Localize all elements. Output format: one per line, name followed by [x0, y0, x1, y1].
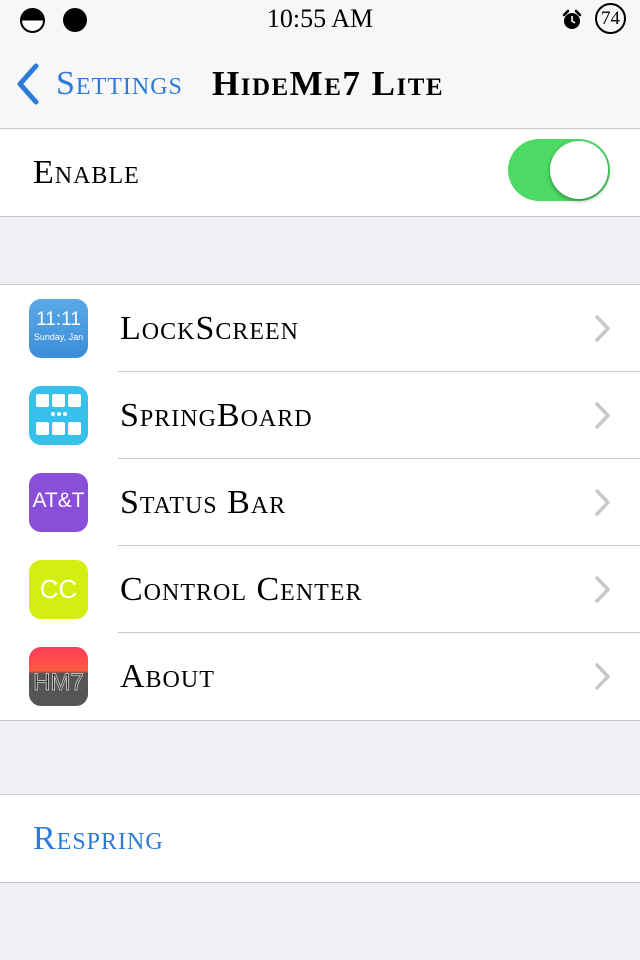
chevron-right-icon — [595, 576, 610, 603]
menu-item-lockscreen[interactable]: 11:11 Sunday, Jan LockScreen — [0, 285, 640, 372]
alarm-clock-icon — [562, 9, 582, 29]
menu-item-control-center[interactable]: CC Control Center — [0, 545, 640, 633]
menu-item-label: Control Center — [120, 570, 363, 608]
status-bar-icon-text: AT&T — [32, 489, 85, 512]
enable-row: Enable — [0, 129, 640, 216]
navigation-bar: Settings HideMe7 Lite — [0, 40, 640, 129]
menu-item-label: SpringBoard — [120, 396, 313, 434]
chevron-right-icon — [595, 402, 610, 429]
status-time: 10:55 AM — [266, 4, 374, 33]
menu-item-about[interactable]: HM7 About — [0, 632, 640, 720]
menu-item-status-bar[interactable]: AT&T Status Bar — [0, 458, 640, 546]
chevron-right-icon — [595, 315, 610, 342]
chevron-right-icon — [595, 663, 610, 690]
control-center-icon-text: CC — [39, 574, 78, 604]
back-label: Settings — [56, 65, 183, 102]
lockscreen-icon-date: Sunday, Jan — [33, 332, 84, 342]
menu-item-label: About — [120, 657, 215, 695]
lockscreen-icon-time: 11:11 — [36, 309, 81, 330]
enable-switch[interactable] — [508, 139, 610, 201]
lockscreen-icon: 11:11 Sunday, Jan — [29, 299, 88, 358]
enable-label: Enable — [33, 153, 140, 191]
chevron-right-icon — [595, 489, 610, 516]
page-title: HideMe7 Lite — [212, 64, 445, 103]
status-bar-icon: AT&T — [29, 473, 88, 532]
control-center-icon: CC — [29, 560, 88, 619]
menu-item-springboard[interactable]: SpringBoard — [0, 371, 640, 459]
respring-button[interactable]: Respring — [0, 795, 640, 882]
chevron-left-icon — [17, 63, 39, 105]
springboard-icon — [29, 386, 88, 445]
status-bar: 10:55 AM 74 — [0, 0, 640, 40]
menu-item-label: LockScreen — [120, 309, 300, 347]
enable-group: Enable — [0, 128, 640, 217]
about-icon: HM7 — [29, 647, 88, 706]
battery-indicator: 74 — [595, 3, 626, 34]
respring-group: Respring — [0, 794, 640, 883]
menu-group: 11:11 Sunday, Jan LockScreen SpringBoard… — [0, 284, 640, 721]
menu-item-label: Status Bar — [120, 483, 287, 521]
back-button[interactable]: Settings — [14, 62, 183, 106]
respring-label: Respring — [33, 819, 164, 857]
about-icon-text: HM7 — [33, 669, 85, 697]
switch-knob — [550, 141, 608, 199]
